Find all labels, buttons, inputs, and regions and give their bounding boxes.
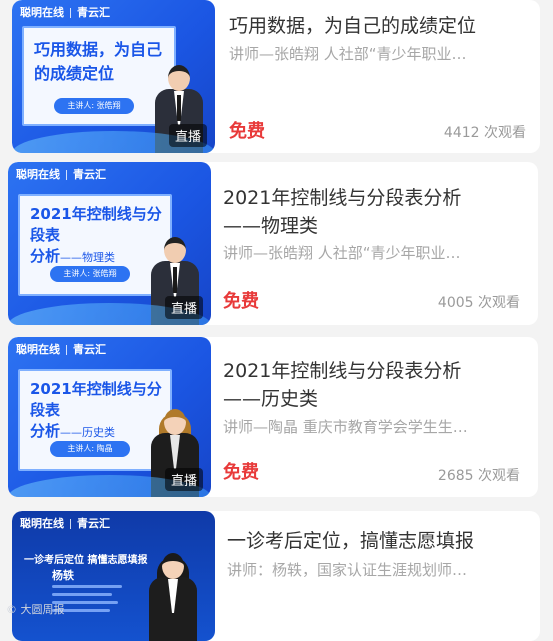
brand-logo: 聪明在线 青云汇 [16, 343, 106, 356]
thumbnail-title: 巧用数据，为自己的成绩定位 [34, 40, 163, 83]
speaker-pill: 主讲人: 张皓翔 [50, 266, 130, 282]
speaker-photo [145, 553, 201, 641]
view-count: 2685 次观看 [437, 468, 520, 484]
live-badge: 直播 [164, 296, 203, 319]
thumbnail-heading: 一诊考后定位 搞懂志愿填报 [24, 555, 148, 566]
course-card-1[interactable]: 聪明在线 青云汇 巧用数据，为自己的成绩定位 主讲人: 张皓翔 直播 巧用数据，为… [12, 0, 540, 153]
view-count: 4005 次观看 [437, 295, 520, 311]
course-teacher: 讲师—张皓翔 人社部“青少年职业… [229, 45, 467, 63]
course-thumbnail[interactable]: 聪明在线 青云汇 2021年控制线与分段表 分析——历史类 主讲人: 陶晶 直播 [8, 337, 211, 497]
course-teacher: 讲师—陶晶 重庆市教育学会学生生… [223, 418, 468, 436]
course-card-2[interactable]: 聪明在线 青云汇 2021年控制线与分段表 分析——物理类 主讲人: 张皓翔 直播 … [8, 162, 538, 325]
live-badge: 直播 [164, 468, 203, 491]
price-label: 免费 [223, 462, 259, 483]
price-label: 免费 [223, 291, 259, 312]
course-card-4[interactable]: 聪明在线 青云汇 一诊考后定位 搞懂志愿填报 杨轶 一诊考后定位，搞懂志愿填报 讲… [12, 511, 540, 641]
live-badge: 直播 [168, 124, 207, 147]
course-title[interactable]: 2021年控制线与分段表分析 ——物理类 [223, 184, 461, 240]
watermark: © 大圆周报 [6, 603, 65, 616]
course-teacher: 讲师—张皓翔 人社部“青少年职业… [223, 244, 461, 262]
course-thumbnail[interactable]: 聪明在线 青云汇 2021年控制线与分段表 分析——物理类 主讲人: 张皓翔 直播 [8, 162, 211, 325]
speaker-pill: 主讲人: 陶晶 [50, 441, 130, 457]
thumbnail-text-line [52, 585, 122, 588]
price-label: 免费 [229, 121, 265, 142]
course-teacher: 讲师：杨轶，国家认证生涯规划师… [227, 561, 468, 579]
course-thumbnail[interactable]: 聪明在线 青云汇 巧用数据，为自己的成绩定位 主讲人: 张皓翔 直播 [12, 0, 215, 153]
course-title[interactable]: 2021年控制线与分段表分析 ——历史类 [223, 357, 461, 413]
brand-logo: 聪明在线 青云汇 [20, 517, 110, 530]
watermark-icon: © [6, 603, 17, 616]
thumbnail-text-line [52, 593, 112, 596]
brand-logo: 聪明在线 青云汇 [16, 168, 106, 181]
course-title[interactable]: 一诊考后定位，搞懂志愿填报 [227, 527, 474, 555]
view-count: 4412 次观看 [443, 125, 526, 141]
thumbnail-speaker-name: 杨轶 [52, 569, 74, 582]
course-thumbnail[interactable]: 聪明在线 青云汇 一诊考后定位 搞懂志愿填报 杨轶 [12, 511, 215, 641]
speaker-pill: 主讲人: 张皓翔 [54, 98, 134, 114]
course-card-3[interactable]: 聪明在线 青云汇 2021年控制线与分段表 分析——历史类 主讲人: 陶晶 直播 2… [8, 337, 538, 497]
course-title[interactable]: 巧用数据，为自己的成绩定位 [229, 12, 476, 40]
brand-logo: 聪明在线 青云汇 [20, 6, 110, 19]
